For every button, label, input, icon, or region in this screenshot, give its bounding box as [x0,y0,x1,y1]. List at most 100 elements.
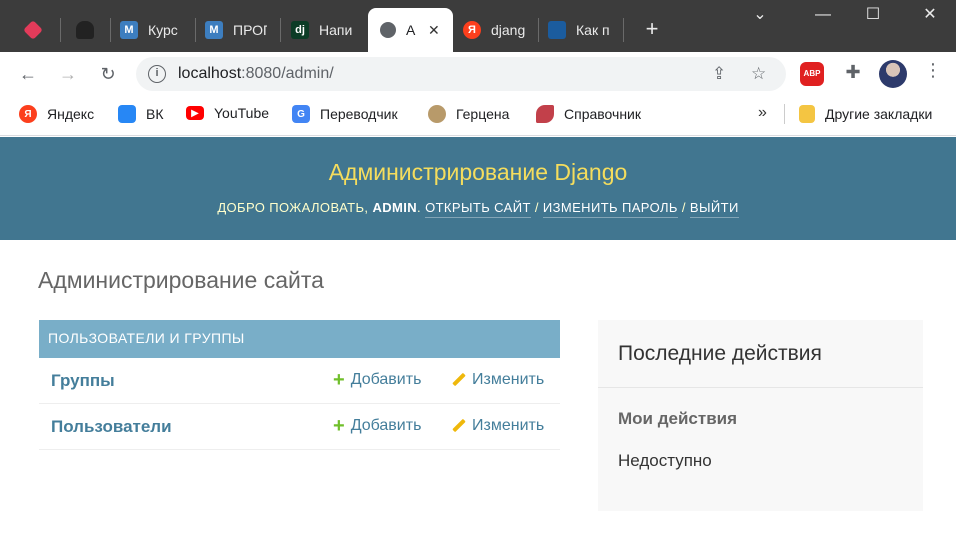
bookmark-label: Герцена [456,106,510,122]
browser-tab[interactable] [64,8,94,52]
forward-button[interactable]: → [56,62,80,86]
my-actions-heading: Мои действия [618,409,738,428]
m-icon: M [205,21,223,39]
change-password-link[interactable]: ИЗМЕНИТЬ ПАРОЛЬ [542,200,678,218]
browser-tab[interactable]: Я djang [451,8,525,52]
browser-tab[interactable]: dj Напи [279,8,353,52]
url-host: localhost [178,65,242,82]
plus-icon: + [333,415,345,437]
bookmark-translate[interactable]: G Переводчик [292,105,398,123]
dice-icon [23,20,43,40]
bookmark-label: ВК [146,106,164,122]
change-users-link[interactable]: Изменить [452,417,544,435]
other-bookmarks-label: Другие закладки [825,106,933,122]
yandex-icon: Я [463,21,481,39]
bookmark-youtube[interactable]: ▶ YouTube [186,105,269,121]
browser-tabstrip: M Курс M ПРОГ dj Напи А ✕ Я djang Как п … [0,0,956,52]
seal-icon [428,105,446,123]
address-url[interactable]: localhost:8080/admin/ [178,65,334,83]
tab-title: Курс [148,22,178,38]
bookmark-label: YouTube [214,105,270,121]
minimize-button[interactable]: — [808,6,838,24]
add-label: Добавить [350,417,422,434]
no-actions-text: Недоступно [618,451,712,470]
tab-title: Напи [319,22,353,38]
model-link-users[interactable]: Пользователи [51,417,172,437]
tab-search-chevron-icon[interactable]: ⌄ [745,4,775,24]
page-title: Администрирование сайта [38,267,324,293]
user-tools: ДОБРО ПОЖАЛОВАТЬ, ADMIN. ОТКРЫТЬ САЙТ / … [0,200,956,218]
recent-actions-panel: Последние действия Мои действия Недоступ… [598,320,923,511]
bookmark-vk[interactable]: ВК [118,105,164,123]
bookmark-label: Справочник [564,106,641,122]
tools-separator: / [534,200,539,215]
folder-icon [799,105,815,123]
bookmark-label: Яндекс [47,106,95,122]
tab-separator [60,18,61,42]
tab-title: ПРОГ [233,22,267,38]
add-label: Добавить [350,371,422,388]
view-site-link[interactable]: ОТКРЫТЬ САЙТ [425,200,531,218]
browser-tab[interactable] [14,8,43,52]
model-link-groups[interactable]: Группы [51,371,115,391]
browser-tab[interactable]: M ПРОГ [193,8,267,52]
tab-separator [623,18,624,42]
url-path: :8080/admin/ [241,65,334,82]
back-button[interactable]: ← [16,62,40,86]
globe-icon [380,22,396,38]
username: ADMIN [372,200,418,215]
add-groups-link[interactable]: + Добавить [333,369,422,391]
bookmarks-bar: Я Яндекс ВК ▶ YouTube G Переводчик Герце… [0,96,956,136]
pencil-icon [452,373,466,387]
change-label: Изменить [472,371,545,388]
maximize-button[interactable]: ☐ [858,4,888,24]
site-name[interactable]: Администрирование Django [0,159,956,186]
other-bookmarks[interactable]: Другие закладки [799,105,932,123]
browser-tab[interactable]: M Курс [108,8,182,52]
app-module-auth: ПОЛЬЗОВАТЕЛИ И ГРУППЫ Группы + Добавить … [39,320,560,450]
panel-divider [598,387,923,388]
bookmark-yandex[interactable]: Я Яндекс [19,105,94,123]
reload-button[interactable]: ↻ [96,62,120,86]
site-info-icon[interactable]: i [148,65,166,83]
close-tab-icon[interactable]: ✕ [428,22,440,39]
bookmark-label: Переводчик [320,106,398,122]
logout-link[interactable]: ВЫЙТИ [689,200,739,218]
browser-menu-icon[interactable]: ⋮ [924,60,942,81]
adblock-extension-icon[interactable]: ABP [800,62,824,86]
new-tab-button[interactable]: + [640,16,664,42]
plus-icon: + [333,369,345,391]
google-translate-icon: G [292,105,310,123]
browser-tab-active[interactable]: А ✕ [368,8,453,52]
cat-icon [76,21,94,39]
bookmark-spravochnik[interactable]: Справочник [536,105,641,123]
pencil-icon [452,419,466,433]
browser-tab[interactable]: Как п [536,8,610,52]
stackoverflow-icon [548,21,566,39]
tab-title: А [406,22,416,38]
extensions-puzzle-icon[interactable]: ✚ [842,62,864,84]
tab-title: djang [491,22,525,38]
m-icon: M [120,21,138,39]
bookmarks-overflow-button[interactable]: » [758,104,767,122]
model-row-groups: Группы + Добавить Изменить [39,358,560,404]
bookmarks-separator [784,104,785,124]
youtube-icon: ▶ [186,106,204,120]
recent-actions-title: Последние действия [618,342,822,365]
address-bar[interactable]: i localhost:8080/admin/ ⇪ ☆ [136,57,786,91]
tab-title: Как п [576,22,610,38]
profile-avatar[interactable] [879,60,907,88]
close-window-button[interactable]: ✕ [915,4,945,24]
model-row-users: Пользователи + Добавить Изменить [39,404,560,450]
add-users-link[interactable]: + Добавить [333,415,422,437]
share-icon[interactable]: ⇪ [712,64,726,84]
change-groups-link[interactable]: Изменить [452,371,544,389]
django-icon: dj [291,21,309,39]
module-caption[interactable]: ПОЛЬЗОВАТЕЛИ И ГРУППЫ [39,320,560,358]
bird-icon [536,105,554,123]
bookmark-gertsena[interactable]: Герцена [428,105,509,123]
tools-separator: / [681,200,686,215]
bookmark-star-icon[interactable]: ☆ [751,64,766,84]
change-label: Изменить [472,417,545,434]
yandex-icon: Я [19,105,37,123]
